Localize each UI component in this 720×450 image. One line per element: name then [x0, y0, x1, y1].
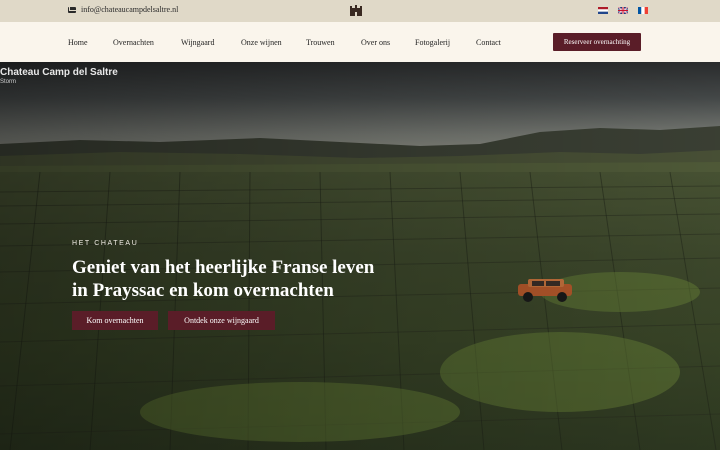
email-link[interactable]: info@chateaucampdelsaltre.nl: [68, 5, 178, 14]
brand-title: Chateau Camp del Saltre: [0, 67, 118, 78]
nav-item-contact[interactable]: Contact: [476, 38, 501, 47]
hero-brand: Chateau Camp del Saltre Storm: [0, 67, 118, 85]
mail-icon: [68, 6, 76, 13]
reserve-button[interactable]: Reserveer overnachting: [553, 33, 641, 51]
headline-line-2: in Prayssac en kom overnachten: [72, 280, 334, 301]
nav-item-onze-wijnen[interactable]: Onze wijnen: [241, 38, 282, 47]
headline-line-1: Geniet van het heerlijke Franse leven: [72, 257, 375, 278]
nav-item-wijngaard[interactable]: Wijngaard: [181, 38, 214, 47]
stay-button[interactable]: Kom overnachten: [72, 311, 158, 330]
hero-headline: Geniet van het heerlijke Franse leven in…: [72, 256, 452, 302]
nl-flag-icon[interactable]: [598, 7, 608, 14]
nav-item-overnachten[interactable]: Overnachten: [113, 38, 154, 47]
brand-subtitle: Storm: [0, 79, 17, 85]
nav-item-home[interactable]: Home: [68, 38, 88, 47]
uk-flag-icon[interactable]: [618, 7, 628, 14]
main-navbar: Home Overnachten Wijngaard Onze wijnen T…: [0, 22, 720, 62]
email-text: info@chateaucampdelsaltre.nl: [81, 5, 179, 14]
vineyard-button[interactable]: Ontdek onze wijngaard: [168, 311, 275, 330]
nav-item-over-ons[interactable]: Over ons: [361, 38, 390, 47]
nav-item-trouwen[interactable]: Trouwen: [306, 38, 335, 47]
fr-flag-icon[interactable]: [638, 7, 648, 14]
hero-eyebrow: HET CHATEAU: [72, 240, 139, 247]
top-bar: info@chateaucampdelsaltre.nl: [0, 0, 720, 22]
language-switcher: [598, 7, 648, 14]
castle-icon[interactable]: [350, 5, 362, 16]
hero-section: Chateau Camp del Saltre Storm HET CHATEA…: [0, 62, 720, 450]
nav-item-fotogalerij[interactable]: Fotogalerij: [415, 38, 450, 47]
